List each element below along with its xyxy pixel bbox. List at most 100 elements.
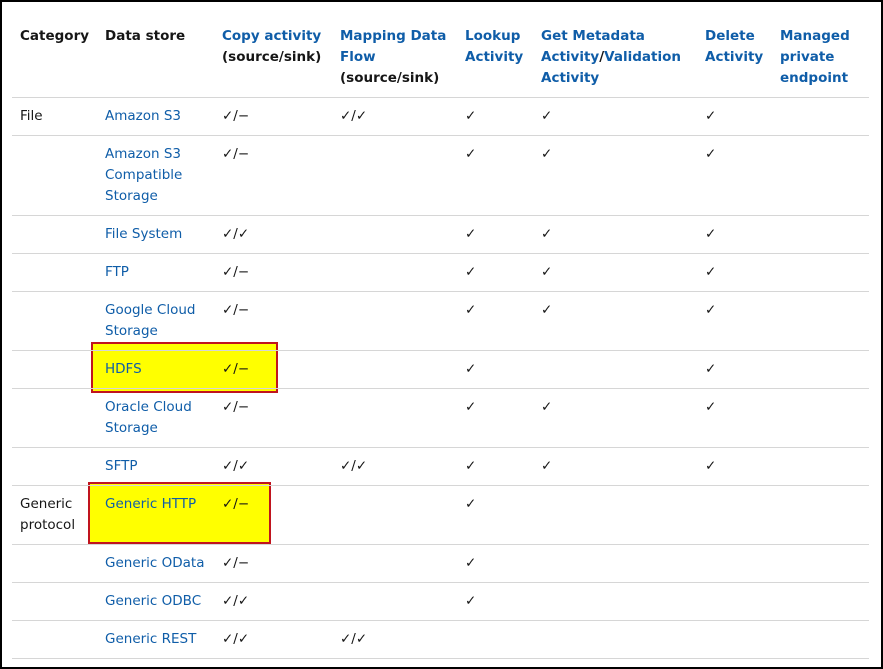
cell-get-metadata (533, 350, 697, 389)
table-row: Oracle Cloud Storage ✓/− ✓ ✓ ✓ (12, 388, 869, 448)
cell-data-store-link[interactable]: Amazon S3 Compatible Storage (97, 135, 214, 216)
cell-get-metadata (533, 544, 697, 583)
cell-managed-private-endpoint (772, 582, 869, 621)
header-copy-activity: Copy activity (source/sink) (214, 12, 332, 98)
cell-category (12, 135, 97, 216)
cell-data-store-link[interactable]: FTP (97, 253, 214, 292)
cell-lookup-activity: ✓ (457, 544, 533, 583)
cell-mapping-data-flow: ✓/✓ (332, 447, 457, 486)
cell-managed-private-endpoint (772, 485, 869, 545)
header-managed-private-endpoint-link[interactable]: Managed private endpoint (780, 28, 850, 86)
cell-managed-private-endpoint (772, 215, 869, 254)
cell-lookup-activity: ✓ (457, 582, 533, 621)
table-row: Generic protocol Generic HTTP ✓/− ✓ (12, 485, 869, 545)
cell-delete-activity: ✓ (697, 215, 772, 254)
cell-lookup-activity: ✓ (457, 388, 533, 448)
cell-data-store-link[interactable]: HDFS (97, 350, 214, 389)
table-row: SFTP ✓/✓ ✓/✓ ✓ ✓ ✓ (12, 447, 869, 486)
cell-mapping-data-flow (332, 544, 457, 583)
cell-data-store-link[interactable]: Generic OData (97, 544, 214, 583)
header-data-store: Data store (97, 12, 214, 98)
header-copy-activity-sub: (source/sink) (222, 49, 322, 65)
header-lookup-activity-link[interactable]: Lookup Activity (465, 28, 523, 65)
cell-delete-activity (697, 485, 772, 545)
cell-managed-private-endpoint (772, 620, 869, 659)
header-lookup-activity: Lookup Activity (457, 12, 533, 98)
cell-data-store-link[interactable]: Generic HTTP (97, 485, 214, 545)
cell-category (12, 620, 97, 659)
cell-copy-activity: ✓/− (214, 291, 332, 351)
header-managed-private-endpoint: Managed private endpoint (772, 12, 869, 98)
cell-delete-activity: ✓ (697, 135, 772, 216)
cell-managed-private-endpoint (772, 97, 869, 136)
cell-mapping-data-flow (332, 388, 457, 448)
header-copy-activity-link[interactable]: Copy activity (222, 28, 321, 44)
table-row: Generic REST ✓/✓ ✓/✓ (12, 620, 869, 659)
table-header-row: Category Data store Copy activity (sourc… (12, 12, 869, 98)
cell-data-store-link[interactable]: Amazon S3 (97, 97, 214, 136)
cell-category (12, 291, 97, 351)
cell-delete-activity: ✓ (697, 388, 772, 448)
cell-lookup-activity: ✓ (457, 485, 533, 545)
cell-copy-activity: ✓/− (214, 97, 332, 136)
cell-lookup-activity: ✓ (457, 135, 533, 216)
cell-delete-activity (697, 620, 772, 659)
cell-copy-activity: ✓/− (214, 544, 332, 583)
cell-category (12, 544, 97, 583)
table-body: File Amazon S3 ✓/− ✓/✓ ✓ ✓ ✓ Amazon S3 Compatib… (12, 97, 869, 659)
header-get-metadata: Get Metadata Activity/Validation Activit… (533, 12, 697, 98)
cell-get-metadata: ✓ (533, 97, 697, 136)
cell-category: File (12, 97, 97, 136)
cell-delete-activity (697, 582, 772, 621)
cell-copy-activity: ✓/− (214, 350, 332, 389)
cell-mapping-data-flow (332, 485, 457, 545)
table-row: Generic ODBC ✓/✓ ✓ (12, 582, 869, 621)
connector-support-table: Category Data store Copy activity (sourc… (12, 12, 869, 659)
cell-data-store-link[interactable]: Generic REST (97, 620, 214, 659)
cell-delete-activity (697, 544, 772, 583)
cell-managed-private-endpoint (772, 544, 869, 583)
table-row: FTP ✓/− ✓ ✓ ✓ (12, 253, 869, 292)
cell-data-store-link[interactable]: SFTP (97, 447, 214, 486)
cell-category (12, 350, 97, 389)
cell-mapping-data-flow (332, 215, 457, 254)
cell-delete-activity: ✓ (697, 447, 772, 486)
cell-get-metadata: ✓ (533, 253, 697, 292)
header-delete-activity-link[interactable]: Delete Activity (705, 28, 763, 65)
cell-mapping-data-flow (332, 291, 457, 351)
cell-data-store-link[interactable]: File System (97, 215, 214, 254)
cell-copy-activity: ✓/− (214, 135, 332, 216)
cell-get-metadata: ✓ (533, 447, 697, 486)
cell-data-store-link[interactable]: Generic ODBC (97, 582, 214, 621)
cell-lookup-activity: ✓ (457, 253, 533, 292)
header-mapping-data-flow-sub: (source/sink) (340, 70, 440, 86)
cell-category (12, 582, 97, 621)
cell-get-metadata: ✓ (533, 388, 697, 448)
header-mapping-data-flow: Mapping Data Flow (source/sink) (332, 12, 457, 98)
table-row: File Amazon S3 ✓/− ✓/✓ ✓ ✓ ✓ (12, 97, 869, 136)
screenshot-frame: Category Data store Copy activity (sourc… (0, 0, 883, 669)
cell-delete-activity: ✓ (697, 253, 772, 292)
cell-data-store-link[interactable]: Google Cloud Storage (97, 291, 214, 351)
cell-lookup-activity: ✓ (457, 215, 533, 254)
cell-category (12, 215, 97, 254)
cell-category (12, 388, 97, 448)
table-row: File System ✓/✓ ✓ ✓ ✓ (12, 215, 869, 254)
cell-mapping-data-flow (332, 350, 457, 389)
cell-get-metadata (533, 620, 697, 659)
cell-lookup-activity: ✓ (457, 447, 533, 486)
cell-get-metadata: ✓ (533, 291, 697, 351)
cell-category (12, 253, 97, 292)
cell-copy-activity: ✓/− (214, 485, 332, 545)
cell-managed-private-endpoint (772, 447, 869, 486)
cell-copy-activity: ✓/✓ (214, 215, 332, 254)
cell-lookup-activity: ✓ (457, 291, 533, 351)
table-row: HDFS ✓/− ✓ ✓ (12, 350, 869, 389)
cell-category (12, 447, 97, 486)
cell-copy-activity: ✓/✓ (214, 620, 332, 659)
cell-managed-private-endpoint (772, 350, 869, 389)
cell-mapping-data-flow (332, 582, 457, 621)
cell-delete-activity: ✓ (697, 291, 772, 351)
header-mapping-data-flow-link[interactable]: Mapping Data Flow (340, 28, 446, 65)
cell-data-store-link[interactable]: Oracle Cloud Storage (97, 388, 214, 448)
